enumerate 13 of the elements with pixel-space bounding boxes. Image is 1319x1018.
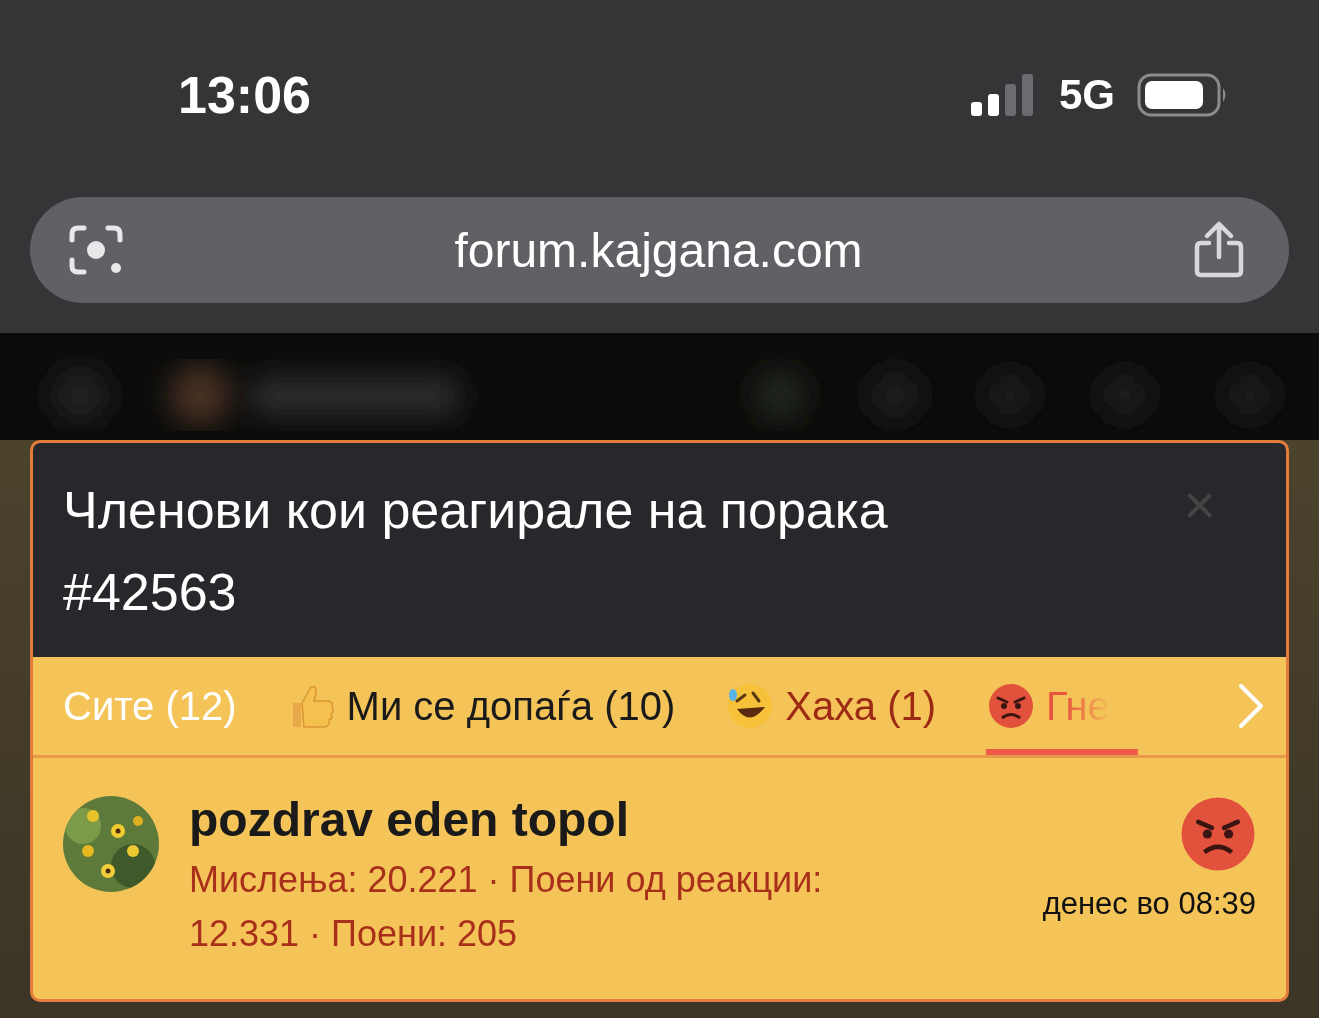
member-stats: Мислења: 20.221 · Поени од реакции: 12.331 · Поени: 205	[189, 858, 824, 956]
reaction-time: денес во 08:39	[1042, 886, 1256, 922]
camera-search-icon[interactable]	[68, 224, 124, 276]
member-name[interactable]: pozdrav eden topol	[189, 792, 1013, 847]
angry-face-icon	[1180, 796, 1256, 872]
reaction-tab[interactable]: Хаха (1)	[725, 657, 937, 755]
network-label: 5G	[1058, 71, 1115, 119]
address-bar[interactable]: forum.kajgana.com	[30, 197, 1289, 303]
share-icon[interactable]	[1193, 221, 1245, 279]
status-time: 13:06	[178, 65, 311, 125]
reaction-tab[interactable]: Ми се допаѓа (10)	[286, 657, 676, 755]
dialog-title: Членови кои реагирале на порака #42563	[63, 480, 889, 623]
url-text: forum.kajgana.com	[454, 222, 863, 278]
